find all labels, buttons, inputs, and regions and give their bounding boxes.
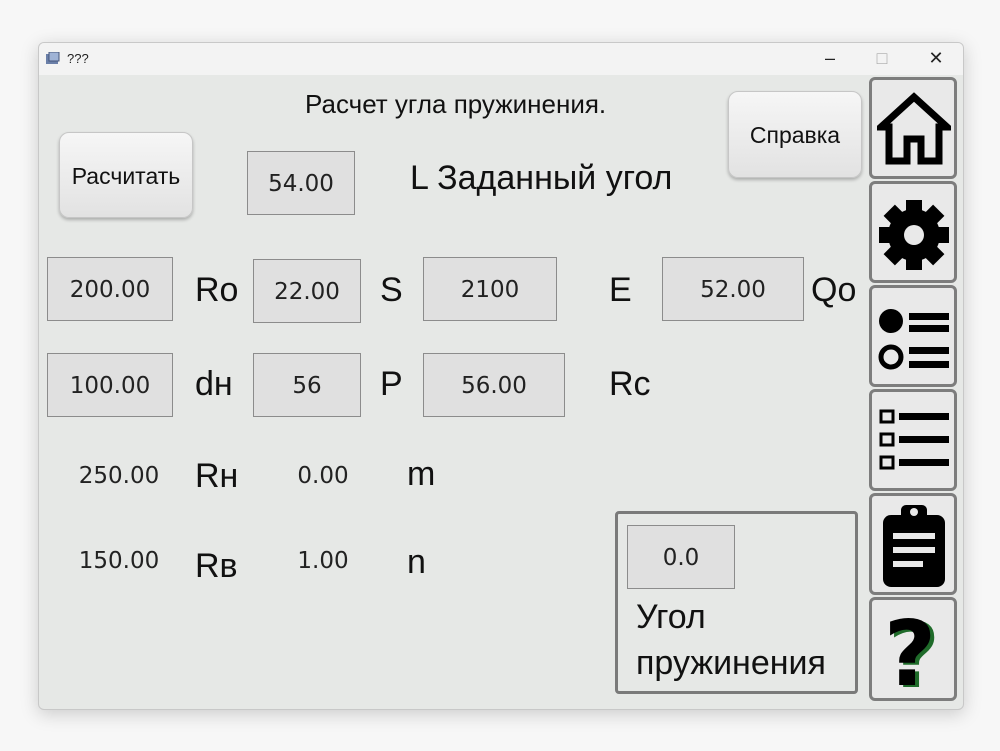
n-value: 1.00 (297, 548, 349, 574)
qo-label: Qo (811, 271, 857, 309)
springback-angle-output: 0.0 (627, 525, 735, 589)
settings-button[interactable] (869, 181, 957, 283)
e-label: E (609, 271, 632, 309)
calculate-button[interactable]: Расчитать (59, 132, 193, 218)
result-label-line2: пружинения (636, 644, 826, 682)
target-angle-input[interactable]: 54.00 (247, 151, 355, 215)
rn-label: Rн (195, 457, 239, 495)
window-title: ??? (67, 51, 89, 66)
page-title: Расчет угла пружинения. (305, 89, 607, 119)
clipboard-icon (883, 505, 945, 587)
rv-value: 150.00 (78, 548, 160, 574)
checklist-icon (879, 409, 949, 470)
gear-icon (879, 200, 949, 270)
app-window: ??? – □ ✕ Расчет угла пружинения. Расчит… (38, 42, 964, 710)
rn-value: 250.00 (78, 463, 160, 489)
options-list-icon (878, 309, 949, 370)
dn-label: dн (195, 365, 233, 403)
app-icon (46, 52, 60, 64)
rv-label: Rв (195, 547, 238, 585)
question-mark: ? (884, 607, 936, 697)
e-input[interactable]: 2100 (423, 257, 557, 321)
home-button[interactable] (869, 77, 957, 179)
s-input[interactable]: 22.00 (253, 259, 361, 323)
m-label: m (407, 455, 436, 493)
title-bar: ??? – □ ✕ (39, 43, 963, 75)
p-label: P (380, 365, 403, 403)
minimize-button[interactable]: – (807, 43, 853, 75)
help-button[interactable]: Справка (728, 91, 862, 178)
help-sidebar-button[interactable]: ? ? (869, 597, 957, 701)
report-button[interactable] (869, 493, 957, 595)
dn-input[interactable]: 100.00 (47, 353, 173, 417)
result-label-line1: Угол (636, 598, 706, 636)
s-label: S (380, 271, 403, 309)
options-button[interactable] (869, 285, 957, 387)
result-panel: 0.0 Угол пружинения (615, 511, 858, 694)
target-angle-label: L Заданный угол (410, 159, 673, 197)
m-value: 0.00 (297, 463, 349, 489)
question-icon: ? ? (884, 607, 940, 697)
p-input[interactable]: 56 (253, 353, 361, 417)
ro-label: Ro (195, 271, 239, 309)
maximize-button[interactable]: □ (859, 43, 905, 75)
home-icon (877, 92, 951, 165)
rc-label: Rc (609, 365, 651, 403)
ro-input[interactable]: 200.00 (47, 257, 173, 321)
n-label: n (407, 543, 426, 581)
list-button[interactable] (869, 389, 957, 491)
qo-input[interactable]: 52.00 (662, 257, 804, 321)
rc-input[interactable]: 56.00 (423, 353, 565, 417)
close-button[interactable]: ✕ (913, 43, 959, 75)
